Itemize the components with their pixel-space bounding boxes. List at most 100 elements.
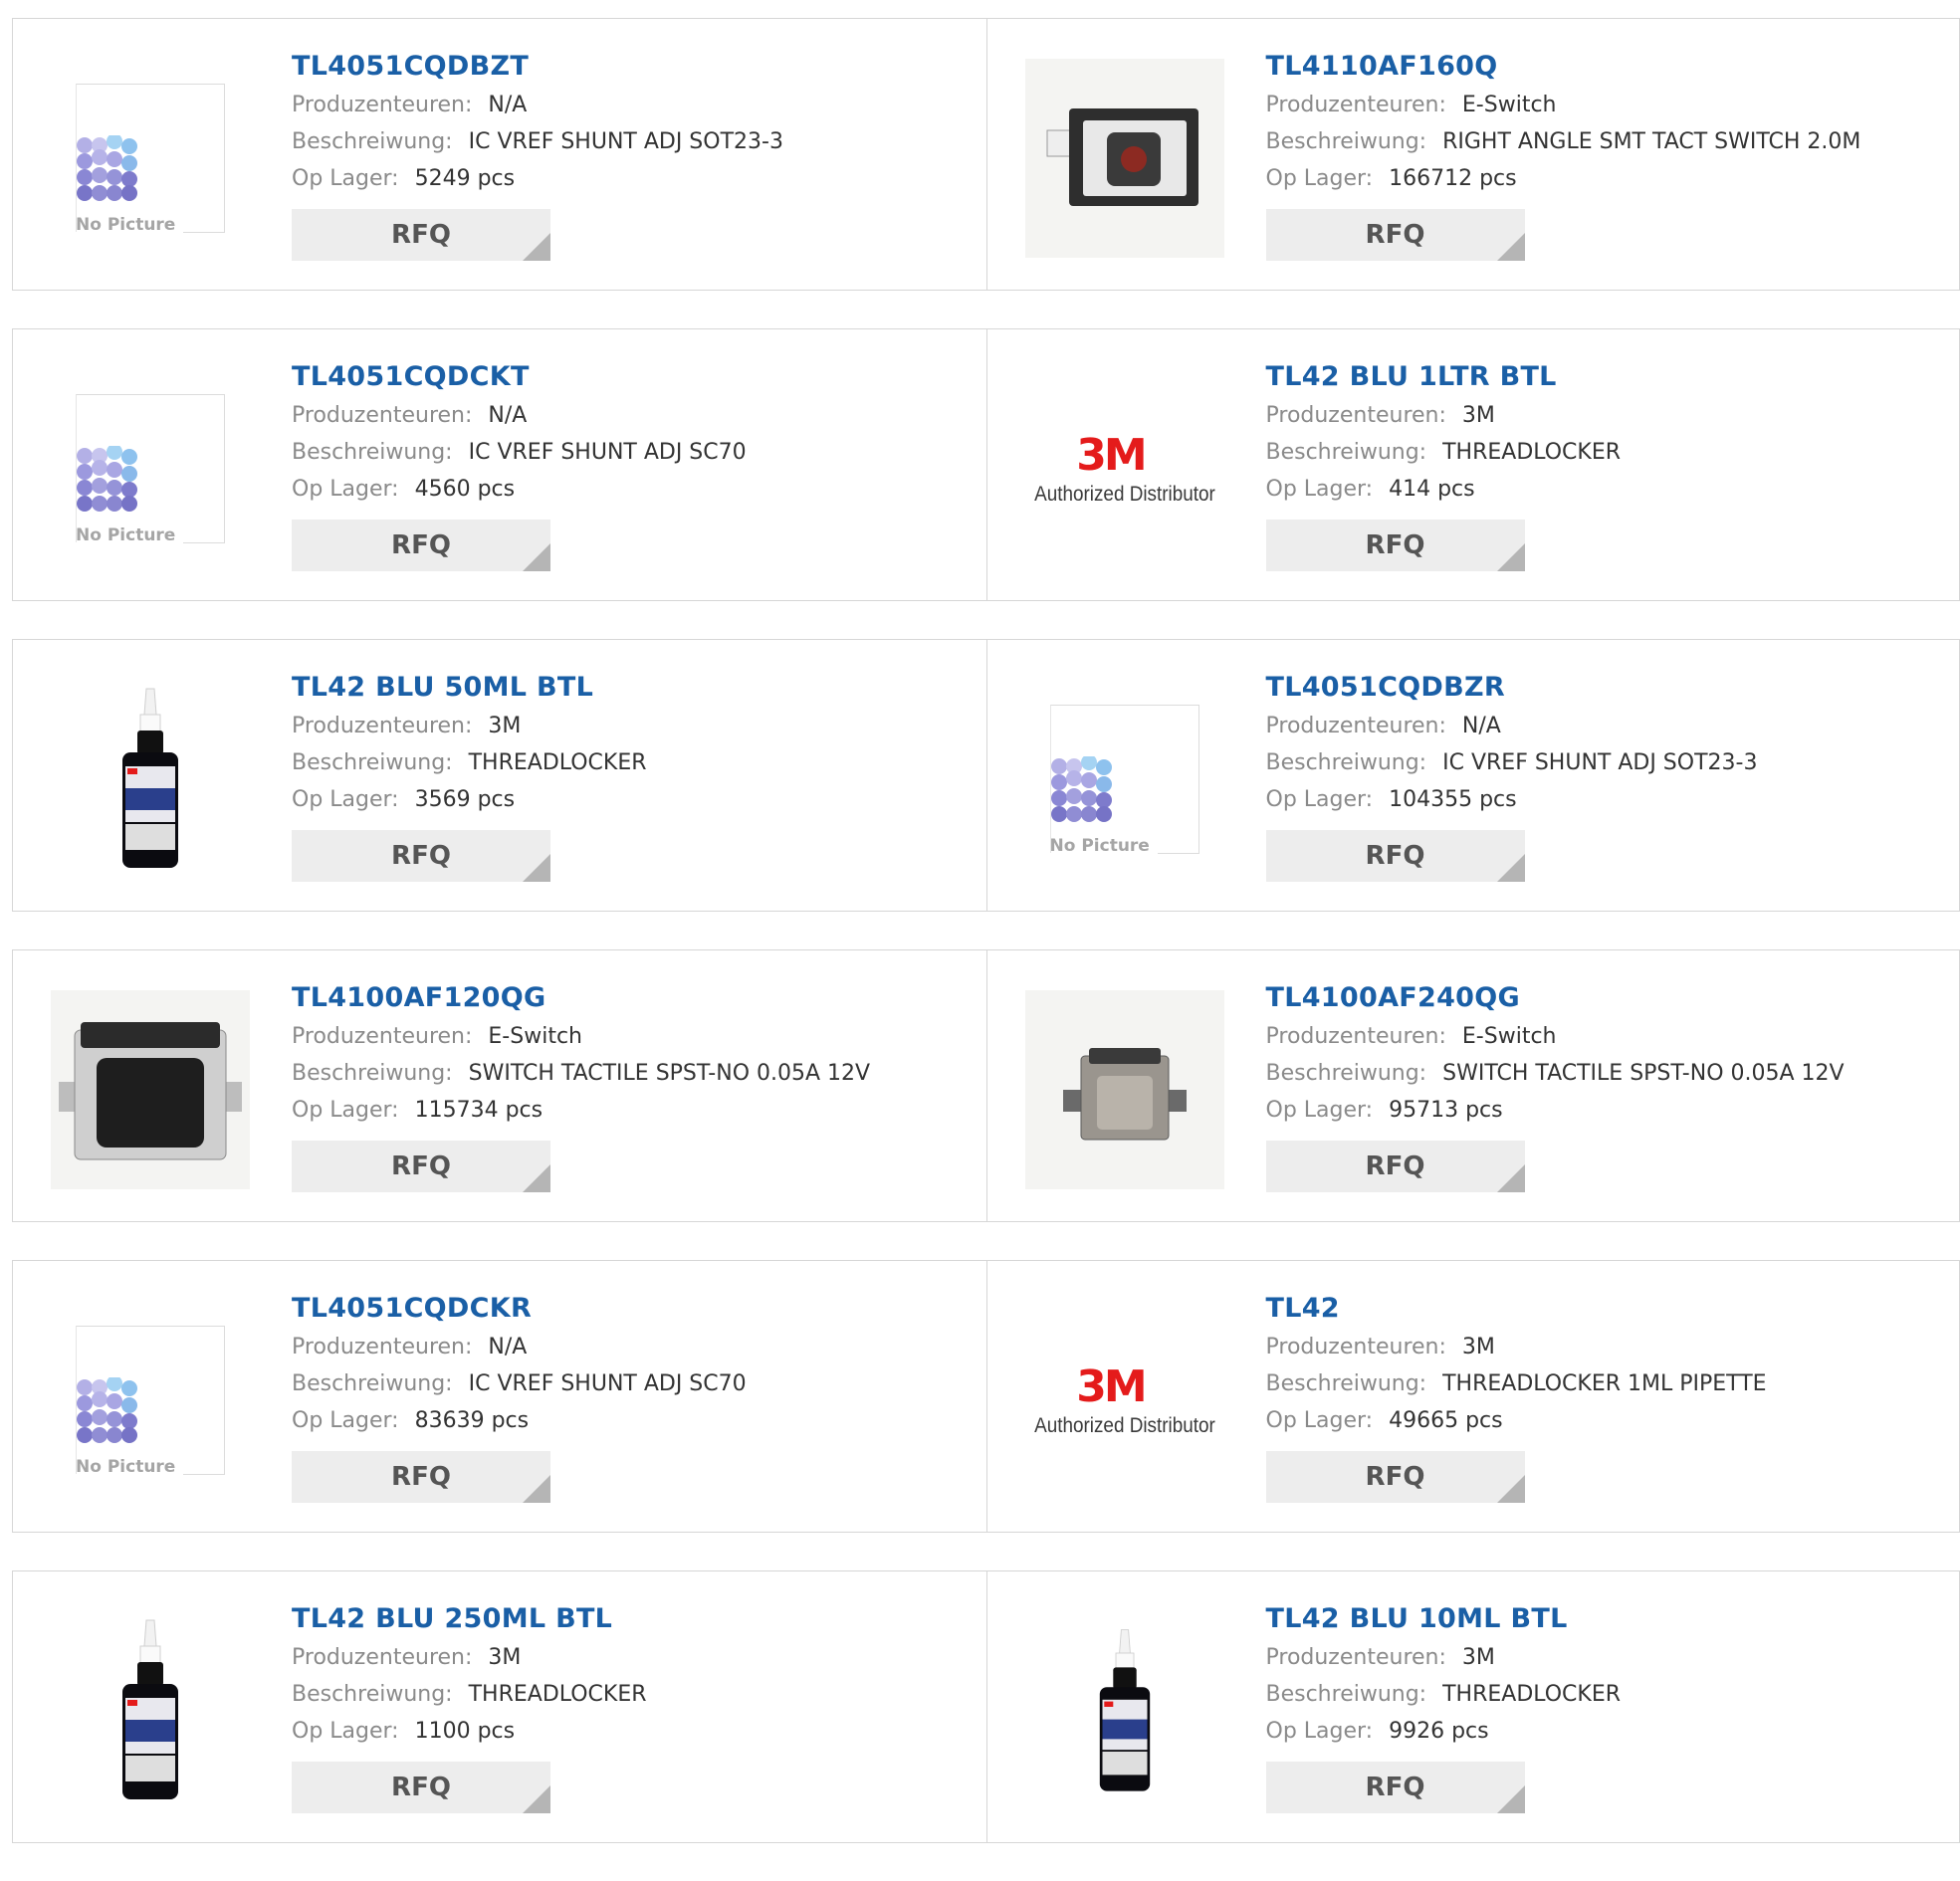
manufacturer-row: Produzenteuren: E-Switch bbox=[292, 1018, 870, 1055]
product-part-number-link[interactable]: TL4110AF160Q bbox=[1266, 47, 1861, 87]
description-value: IC VREF SHUNT ADJ SOT23-3 bbox=[468, 129, 783, 154]
product-part-number-link[interactable]: TL42 BLU 50ML BTL bbox=[292, 668, 647, 708]
rfq-button[interactable]: RFQ bbox=[1265, 1451, 1525, 1503]
manufacturer-value: E-Switch bbox=[488, 1024, 582, 1049]
rfq-button[interactable]: RFQ bbox=[1265, 1762, 1525, 1813]
description-label: Beschreiwung: bbox=[292, 1682, 453, 1707]
product-part-number-link[interactable]: TL42 BLU 250ML BTL bbox=[292, 1599, 647, 1639]
description-label: Beschreiwung: bbox=[292, 129, 453, 154]
tactile-switch-icon bbox=[1024, 59, 1224, 258]
rfq-button[interactable]: RFQ bbox=[292, 830, 550, 882]
product-part-number-link[interactable]: TL4051CQDBZR bbox=[1266, 668, 1758, 708]
stock-label: Op Lager: bbox=[292, 1719, 399, 1744]
manufacturer-label: Produzenteuren: bbox=[292, 403, 473, 428]
rfq-button[interactable]: RFQ bbox=[1265, 1141, 1525, 1192]
description-label: Beschreiwung: bbox=[1265, 129, 1427, 154]
rfq-button[interactable]: RFQ bbox=[292, 520, 550, 571]
manufacturer-label: Produzenteuren: bbox=[292, 714, 473, 738]
manufacturer-value: E-Switch bbox=[1461, 93, 1557, 117]
product-part-number-link[interactable]: TL4051CQDCKR bbox=[292, 1289, 747, 1329]
product-image[interactable]: No Picture bbox=[51, 1301, 250, 1500]
description-value: THREADLOCKER bbox=[468, 750, 647, 775]
manufacturer-label: Produzenteuren: bbox=[1265, 1335, 1446, 1359]
product-part-number-link[interactable]: TL4051CQDBZT bbox=[292, 47, 783, 87]
description-label: Beschreiwung: bbox=[292, 1371, 453, 1396]
product-image[interactable] bbox=[51, 1611, 250, 1810]
stock-label: Op Lager: bbox=[292, 1408, 399, 1433]
rfq-button[interactable]: RFQ bbox=[1265, 830, 1525, 882]
description-row: Beschreiwung: IC VREF SHUNT ADJ SC70 bbox=[292, 434, 747, 471]
rfq-button[interactable]: RFQ bbox=[1265, 520, 1525, 571]
product-part-number-link[interactable]: TL42 BLU 10ML BTL bbox=[1266, 1599, 1622, 1639]
manufacturer-value: 3M bbox=[1461, 403, 1495, 428]
product-part-number-link[interactable]: TL4100AF120QG bbox=[292, 978, 870, 1018]
product-card: TL42 BLU 250ML BTL Produzenteuren: 3M Bes… bbox=[13, 1571, 986, 1842]
rfq-label: RFQ bbox=[391, 220, 451, 250]
product-image[interactable]: 3M Authorized Distributor bbox=[1025, 1301, 1224, 1500]
product-part-number-link[interactable]: TL42 bbox=[1266, 1289, 1767, 1329]
description-row: Beschreiwung: THREADLOCKER 1ML PIPETTE bbox=[1266, 1365, 1767, 1402]
product-image[interactable]: No Picture bbox=[1025, 680, 1224, 879]
rfq-button[interactable]: RFQ bbox=[1265, 209, 1525, 261]
stock-row: Op Lager: 414 pcs bbox=[1266, 471, 1622, 508]
stock-row: Op Lager: 115734 pcs bbox=[292, 1092, 870, 1129]
product-info: TL4051CQDBZR Produzenteuren: N/A Beschrei… bbox=[1265, 668, 1758, 882]
manufacturer-label: Produzenteuren: bbox=[292, 1024, 473, 1049]
no-picture-icon bbox=[77, 1377, 137, 1443]
product-info: TL42 BLU 250ML BTL Produzenteuren: 3M Bes… bbox=[292, 1599, 647, 1813]
manufacturer-value: 3M bbox=[1461, 1645, 1495, 1670]
threadlocker-bottle-icon bbox=[122, 688, 178, 868]
product-image[interactable] bbox=[1024, 990, 1224, 1189]
stock-row: Op Lager: 1100 pcs bbox=[292, 1713, 647, 1750]
product-card: No Picture TL4051CQDBZR Produzenteuren: N… bbox=[985, 640, 1960, 911]
description-row: Beschreiwung: THREADLOCKER bbox=[1266, 1676, 1622, 1713]
product-card: No Picture TL4051CQDCKT Produzenteuren: N… bbox=[13, 329, 986, 600]
corner-triangle-icon bbox=[523, 1475, 550, 1503]
stock-label: Op Lager: bbox=[1265, 477, 1374, 502]
tactile-switch-icon bbox=[1024, 990, 1224, 1189]
product-part-number-link[interactable]: TL42 BLU 1LTR BTL bbox=[1266, 357, 1622, 397]
manufacturer-value: E-Switch bbox=[1461, 1024, 1557, 1049]
threadlocker-bottle-icon bbox=[122, 1619, 178, 1799]
product-grid: No Picture TL4051CQDBZT Produzenteuren: N… bbox=[12, 18, 1960, 1881]
product-info: TL42 BLU 50ML BTL Produzenteuren: 3M Besc… bbox=[292, 668, 647, 882]
description-label: Beschreiwung: bbox=[1265, 440, 1427, 465]
rfq-label: RFQ bbox=[1365, 1462, 1425, 1492]
stock-label: Op Lager: bbox=[1265, 787, 1374, 812]
product-info: TL4051CQDBZT Produzenteuren: N/A Beschrei… bbox=[292, 47, 783, 261]
rfq-button[interactable]: RFQ bbox=[292, 1451, 550, 1503]
manufacturer-value: 3M bbox=[1461, 1335, 1495, 1359]
manufacturer-row: Produzenteuren: N/A bbox=[292, 397, 747, 434]
product-image[interactable]: No Picture bbox=[51, 59, 250, 258]
rfq-label: RFQ bbox=[1365, 1773, 1425, 1802]
corner-triangle-icon bbox=[1496, 1475, 1525, 1503]
rfq-label: RFQ bbox=[391, 1462, 451, 1492]
stock-label: Op Lager: bbox=[1265, 166, 1374, 191]
product-image[interactable] bbox=[51, 990, 250, 1189]
product-image[interactable] bbox=[1024, 59, 1224, 258]
rfq-label: RFQ bbox=[1365, 220, 1425, 250]
manufacturer-row: Produzenteuren: N/A bbox=[292, 1329, 747, 1365]
product-part-number-link[interactable]: TL4100AF240QG bbox=[1266, 978, 1845, 1018]
description-label: Beschreiwung: bbox=[1265, 750, 1427, 775]
rfq-label: RFQ bbox=[391, 1773, 451, 1802]
corner-triangle-icon bbox=[1496, 543, 1525, 571]
product-image[interactable] bbox=[51, 680, 250, 879]
stock-row: Op Lager: 104355 pcs bbox=[1266, 781, 1758, 818]
product-part-number-link[interactable]: TL4051CQDCKT bbox=[292, 357, 747, 397]
rfq-button[interactable]: RFQ bbox=[292, 1141, 550, 1192]
product-image[interactable]: No Picture bbox=[51, 369, 250, 568]
no-picture-placeholder: No Picture bbox=[76, 84, 225, 235]
product-info: TL4051CQDCKT Produzenteuren: N/A Beschrei… bbox=[292, 357, 747, 571]
rfq-button[interactable]: RFQ bbox=[292, 209, 550, 261]
stock-label: Op Lager: bbox=[292, 477, 399, 502]
product-image[interactable]: 3M Authorized Distributor bbox=[1025, 369, 1224, 568]
manufacturer-row: Produzenteuren: 3M bbox=[292, 1639, 647, 1676]
corner-triangle-icon bbox=[523, 543, 550, 571]
product-info: TL42 BLU 1LTR BTL Produzenteuren: 3M Besc… bbox=[1265, 357, 1622, 571]
manufacturer-value: 3M bbox=[488, 714, 522, 738]
product-info: TL4100AF120QG Produzenteuren: E-Switch Be… bbox=[292, 978, 870, 1192]
manufacturer-value: N/A bbox=[488, 1335, 528, 1359]
rfq-button[interactable]: RFQ bbox=[292, 1762, 550, 1813]
product-image[interactable] bbox=[1025, 1611, 1224, 1810]
